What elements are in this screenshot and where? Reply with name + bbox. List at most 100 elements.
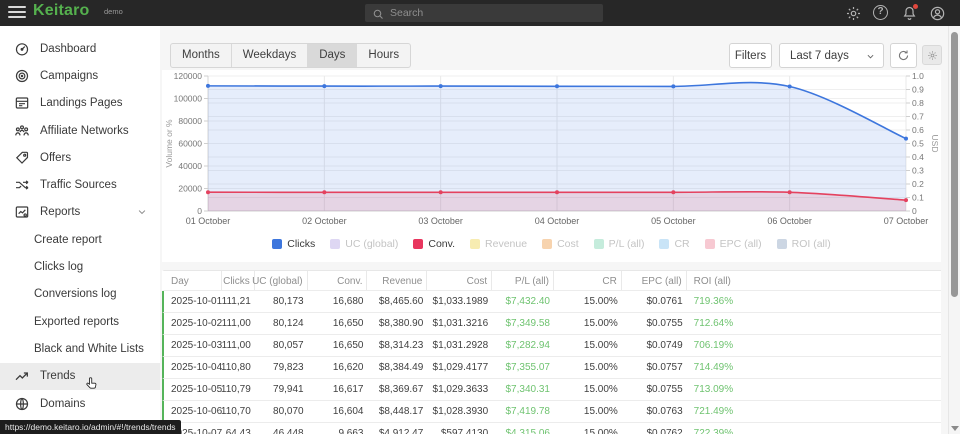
- sidebar-item-dashboard[interactable]: Dashboard: [0, 35, 160, 62]
- legend-item-clicks[interactable]: Clicks: [272, 238, 315, 250]
- chart-settings-button[interactable]: [922, 45, 942, 65]
- column-header-roi-all[interactable]: ROI (all): [687, 271, 941, 290]
- sidebar-item-reports[interactable]: Reports: [0, 199, 160, 226]
- sidebar-item-domains[interactable]: Domains: [0, 390, 160, 417]
- column-header-conv[interactable]: Conv.: [308, 271, 368, 290]
- sidebar-item-conversions-log[interactable]: Conversions log: [0, 281, 160, 308]
- legend-item-uc-global[interactable]: UC (global): [330, 238, 398, 250]
- sidebar-item-black-and-white-lists[interactable]: Black and White Lists: [0, 335, 160, 362]
- legend-label: CR: [674, 238, 689, 250]
- table-cell: 15.00%: [554, 313, 622, 334]
- sidebar-item-label: Traffic Sources: [40, 179, 117, 191]
- filters-button[interactable]: Filters: [729, 43, 772, 68]
- legend-swatch: [272, 239, 282, 249]
- cell-value: $0.0761: [646, 291, 682, 313]
- column-header-uc-global[interactable]: UC (global): [255, 271, 308, 290]
- settings-gear-icon[interactable]: [845, 5, 862, 22]
- sidebar-item-exported-reports[interactable]: Exported reports: [0, 308, 160, 335]
- sidebar-item-create-report[interactable]: Create report: [0, 226, 160, 253]
- sidebar-item-traffic-sources[interactable]: Traffic Sources: [0, 171, 160, 198]
- svg-text:04 October: 04 October: [535, 216, 580, 226]
- legend-item-conv[interactable]: Conv.: [413, 238, 455, 250]
- legend-item-p-l-all[interactable]: P/L (all): [594, 238, 645, 250]
- scrollbar-down-arrow[interactable]: [951, 426, 959, 431]
- column-header-revenue[interactable]: Revenue: [367, 271, 427, 290]
- cell-value: 15.00%: [584, 423, 618, 434]
- sidebar-item-clicks-log[interactable]: Clicks log: [0, 253, 160, 280]
- cell-value: 46,448: [273, 423, 304, 434]
- chart-canvas[interactable]: 02000040000600008000010000012000000.10.2…: [162, 70, 941, 237]
- svg-text:01 October: 01 October: [186, 216, 231, 226]
- column-header-p-l-all[interactable]: P/L (all): [492, 271, 554, 290]
- tab-days[interactable]: Days: [308, 44, 357, 67]
- column-header-label: ROI (all): [694, 271, 731, 292]
- brand-logo[interactable]: Keitaro: [33, 2, 90, 20]
- cell-value: 722.39%: [694, 423, 733, 434]
- table-cell: 712.64%: [687, 313, 941, 334]
- sidebar-item-affiliate-networks[interactable]: Affiliate Networks: [0, 117, 160, 144]
- svg-text:0.5: 0.5: [912, 139, 924, 149]
- menu-icon[interactable]: [8, 6, 26, 20]
- table-cell: 79,823: [255, 357, 308, 378]
- column-header-label: Cost: [467, 271, 488, 292]
- cell-value: 2025-10-02: [171, 313, 222, 335]
- refresh-button[interactable]: [890, 43, 917, 68]
- legend-label: EPC (all): [720, 238, 762, 250]
- sidebar: DashboardCampaignsLandings PagesAffiliat…: [0, 26, 160, 434]
- column-header-epc-all[interactable]: EPC (all): [622, 271, 687, 290]
- cell-value: $7,349.58: [505, 313, 550, 335]
- legend-label: Clicks: [287, 238, 315, 250]
- help-icon[interactable]: ?: [873, 5, 890, 22]
- table-cell: $8,369.67: [367, 379, 427, 400]
- sidebar-item-offers[interactable]: Offers: [0, 144, 160, 171]
- table-row: 2025-10-01111,2180,17316,680$8,465.60$1,…: [162, 291, 941, 313]
- svg-text:0.7: 0.7: [912, 112, 924, 122]
- svg-text:05 October: 05 October: [651, 216, 696, 226]
- table-cell: $1,029.4177: [427, 357, 492, 378]
- column-header-cr[interactable]: CR: [554, 271, 622, 290]
- trends-icon: [14, 368, 30, 384]
- tab-hours[interactable]: Hours: [357, 44, 410, 67]
- account-icon[interactable]: [929, 5, 946, 22]
- legend-item-roi-all[interactable]: ROI (all): [777, 238, 831, 250]
- table-cell: 16,650: [308, 313, 368, 334]
- sidebar-item-trends[interactable]: Trends: [0, 363, 160, 390]
- table-cell: 2025-10-04: [164, 357, 222, 378]
- table-cell: $7,349.58: [492, 313, 554, 334]
- legend-item-revenue[interactable]: Revenue: [470, 238, 527, 250]
- legend-item-cost[interactable]: Cost: [542, 238, 579, 250]
- table-cell: 9,663: [308, 423, 368, 434]
- legend-item-epc-all[interactable]: EPC (all): [705, 238, 762, 250]
- table-cell: 80,070: [255, 401, 308, 422]
- sidebar-item-landings-pages[interactable]: Landings Pages: [0, 90, 160, 117]
- notifications-bell-icon[interactable]: [901, 5, 918, 22]
- affiliate-networks-icon: [14, 123, 30, 139]
- column-header-label: Day: [171, 271, 189, 292]
- cell-value: 64,43: [226, 423, 251, 434]
- column-header-day[interactable]: Day: [164, 271, 222, 290]
- cell-value: $7,419.78: [505, 401, 550, 423]
- cell-value: 110,80: [221, 357, 251, 379]
- tab-weekdays[interactable]: Weekdays: [232, 44, 308, 67]
- table-cell: $8,380.90: [367, 313, 427, 334]
- table-cell: 15.00%: [554, 423, 622, 434]
- table-cell: 15.00%: [554, 401, 622, 422]
- svg-text:0.6: 0.6: [912, 125, 924, 135]
- table-row: 2025-10-04110,8079,82316,620$8,384.49$1,…: [162, 357, 941, 379]
- cell-value: $0.0757: [646, 357, 682, 379]
- cell-value: $1,031.2928: [433, 335, 489, 357]
- cell-value: 80,070: [273, 401, 304, 423]
- scrollbar-thumb[interactable]: [951, 32, 958, 297]
- table-cell: $7,355.07: [492, 357, 554, 378]
- date-range-select[interactable]: Last 7 days: [779, 43, 884, 68]
- sidebar-item-campaigns[interactable]: Campaigns: [0, 62, 160, 89]
- column-header-cost[interactable]: Cost: [427, 271, 492, 290]
- column-header-clicks[interactable]: Clicks: [222, 271, 255, 290]
- tab-months[interactable]: Months: [171, 44, 232, 67]
- legend-item-cr[interactable]: CR: [659, 238, 689, 250]
- svg-text:100000: 100000: [174, 94, 203, 104]
- table-cell: 15.00%: [554, 335, 622, 356]
- domains-icon: [14, 396, 30, 412]
- scrollbar-track[interactable]: [948, 26, 960, 434]
- search-input[interactable]: Search: [365, 4, 603, 22]
